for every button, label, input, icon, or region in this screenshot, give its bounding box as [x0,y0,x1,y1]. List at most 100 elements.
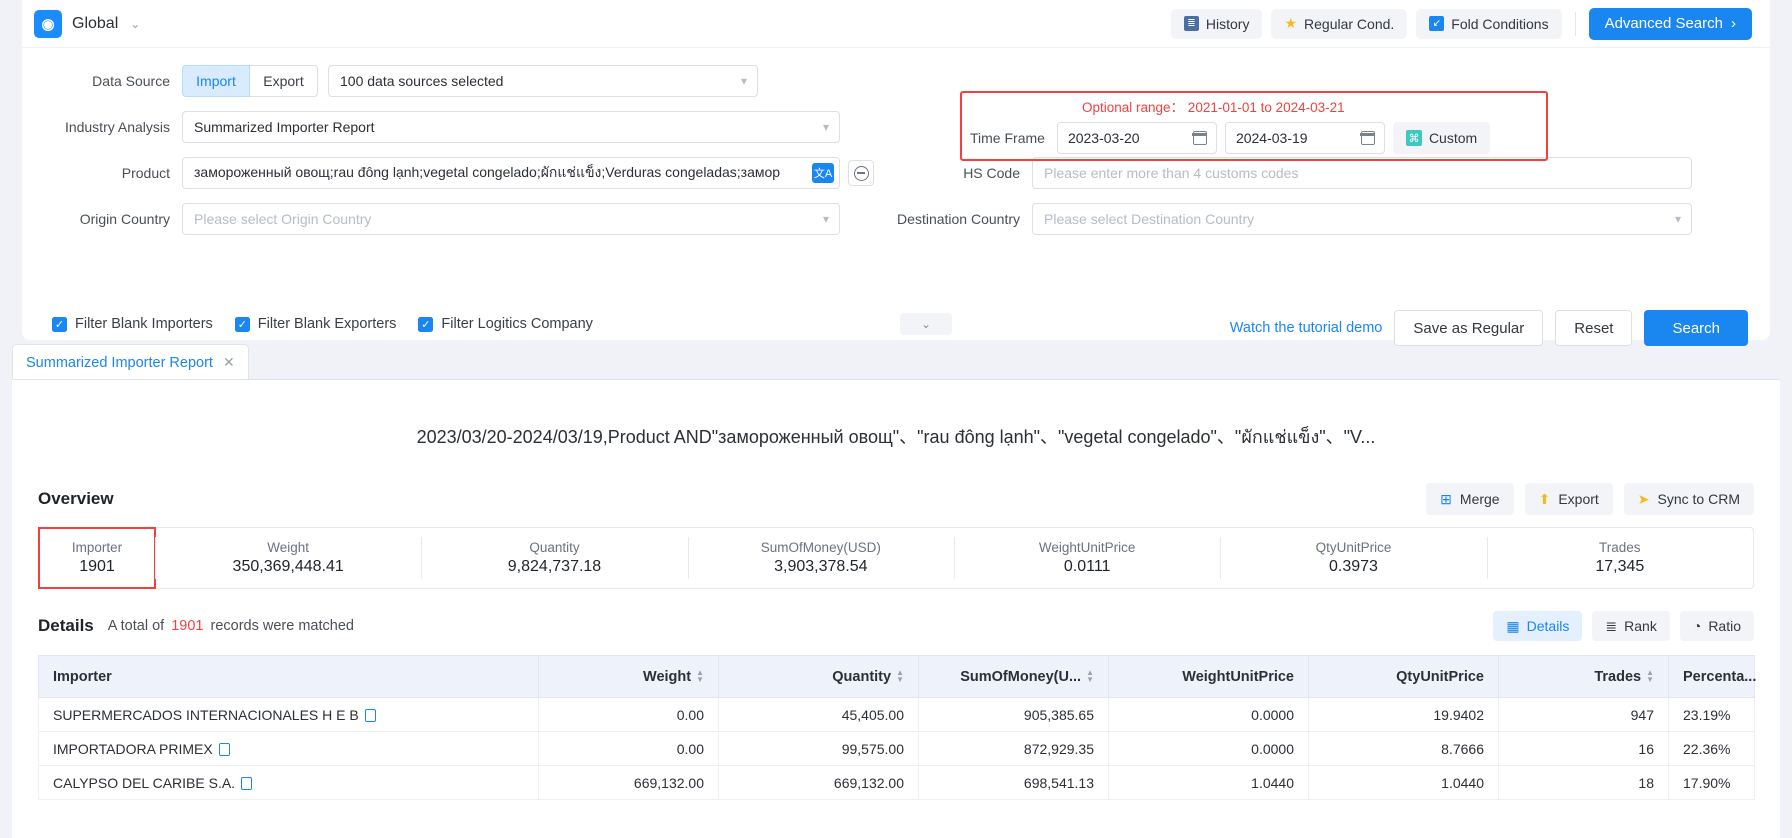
cell-importer[interactable]: IMPORTADORA PRIMEX [39,732,539,766]
stat-label: Weight [267,540,309,555]
brand-label: Global [72,15,118,33]
import-toggle[interactable]: Import [182,65,250,97]
importer-name: CALYPSO DEL CARIBE S.A. [53,775,235,791]
hs-code-input[interactable]: Please enter more than 4 customs codes [1032,157,1692,189]
brand-selector[interactable]: ◉ Global ⌄ [34,10,140,38]
table-header-row: Importer Weight ▲▼ Quantity▲▼ SumOfMoney(… [39,656,1755,698]
data-source-label: Data Source [22,73,182,89]
col-label: Trades [1594,669,1641,685]
data-source-value: 100 data sources selected [328,65,758,97]
cell-qty-unit-price: 8.7666 [1309,732,1499,766]
stat-label: SumOfMoney(USD) [761,540,881,555]
cell-importer[interactable]: SUPERMERCADOS INTERNACIONALES H E B [39,698,539,732]
stat-trades: Trades 17,345 [1487,528,1753,588]
stat-value: 3,903,378.54 [774,558,867,576]
end-date-value: 2024-03-19 [1236,130,1308,146]
end-date-input[interactable]: 2024-03-19 [1225,122,1385,154]
col-trades[interactable]: Trades ▲▼ [1499,656,1669,698]
origin-country-placeholder: Please select Origin Country [182,203,840,235]
cell-percentage: 23.19% [1669,698,1755,732]
cell-quantity: 669,132.00 [719,766,919,800]
fold-conditions-button[interactable]: ↙ Fold Conditions [1416,9,1561,39]
col-qty-unit-price[interactable]: QtyUnitPrice [1309,656,1499,698]
sort-icon[interactable]: ▲▼ [896,670,904,683]
toolbar-divider [1575,12,1576,36]
close-icon[interactable]: ✕ [223,354,235,371]
cell-trades: 18 [1499,766,1669,800]
data-source-segmented[interactable]: Import Export [182,65,318,97]
start-date-input[interactable]: 2023-03-20 [1057,122,1217,154]
product-input[interactable]: замороженный овощ;rau đông lạnh;vegetal … [182,157,840,189]
overview-title: Overview [38,489,114,509]
checkbox-check-icon: ✓ [418,317,433,332]
copy-icon[interactable] [365,709,376,722]
advanced-search-label: Advanced Search [1605,15,1723,32]
filter-blank-importers-checkbox[interactable]: ✓ Filter Blank Importers [52,316,213,332]
translate-icon[interactable]: 文A [812,163,834,183]
custom-label: Custom [1429,130,1477,146]
stat-value: 9,824,737.18 [508,558,601,576]
col-quantity[interactable]: Quantity▲▼ [719,656,919,698]
stat-quantity: Quantity 9,824,737.18 [421,528,687,588]
col-weight-unit-price[interactable]: WeightUnitPrice [1109,656,1309,698]
filter-blank-importers-label: Filter Blank Importers [75,316,213,332]
stat-value: 0.3973 [1329,558,1378,576]
industry-analysis-select[interactable]: Summarized Importer Report ▾ [182,111,840,143]
table-row[interactable]: IMPORTADORA PRIMEX 0.00 99,575.00 872,92… [39,732,1755,766]
reset-button[interactable]: Reset [1555,310,1632,346]
export-button[interactable]: ⬆ Export [1525,483,1613,515]
cell-percentage: 22.36% [1669,732,1755,766]
cell-trades: 947 [1499,698,1669,732]
tab-rank[interactable]: ≣ Rank [1592,611,1669,641]
stat-importer: Importer 1901 [39,528,155,588]
sync-to-crm-label: Sync to CRM [1658,491,1740,507]
col-weight[interactable]: Weight ▲▼ [539,656,719,698]
expand-collapse-toggle[interactable]: ⌄ [900,313,952,335]
report-title: 2023/03/20-2024/03/19,Product AND"заморо… [12,380,1780,451]
copy-icon[interactable] [219,743,230,756]
filter-blank-exporters-checkbox[interactable]: ✓ Filter Blank Exporters [235,316,397,332]
copy-icon[interactable] [241,777,252,790]
cell-trades: 16 [1499,732,1669,766]
col-sum-of-money[interactable]: SumOfMoney(U...▲▼ [919,656,1109,698]
cell-importer[interactable]: CALYPSO DEL CARIBE S.A. [39,766,539,800]
cell-qty-unit-price: 1.0440 [1309,766,1499,800]
export-toggle[interactable]: Export [250,65,318,97]
cell-sum-of-money: 905,385.65 [919,698,1109,732]
destination-country-select[interactable]: Please select Destination Country ▾ [1032,203,1692,235]
chevron-down-icon: ⌄ [130,17,140,31]
summary-count: 1901 [171,618,203,634]
advanced-search-button[interactable]: Advanced Search › [1589,8,1752,40]
tab-ratio-label: Ratio [1708,618,1741,634]
merge-button[interactable]: ⊞ Merge [1426,483,1513,515]
custom-range-button[interactable]: ⌘ Custom [1393,122,1490,154]
tab-summarized-importer-report[interactable]: Summarized Importer Report ✕ [12,344,249,380]
sync-to-crm-button[interactable]: ➤ Sync to CRM [1624,483,1754,515]
tab-details[interactable]: ▦ Details [1493,611,1582,641]
history-button[interactable]: ≣ History [1171,9,1263,39]
minus-circle-icon[interactable] [848,160,874,186]
col-label: WeightUnitPrice [1182,669,1294,685]
search-button[interactable]: Search [1644,310,1748,346]
col-percentage[interactable]: Percenta... [1669,656,1755,698]
stat-weight-unit-price: WeightUnitPrice 0.0111 [954,528,1220,588]
cell-weight-unit-price: 0.0000 [1109,732,1309,766]
col-label: Weight [643,669,691,685]
filter-logistics-company-checkbox[interactable]: ✓ Filter Logitics Company [418,316,593,332]
table-body: SUPERMERCADOS INTERNACIONALES H E B 0.00… [39,698,1755,800]
sort-icon[interactable]: ▲▼ [1086,670,1094,683]
regular-cond-button[interactable]: ★ Regular Cond. [1271,9,1407,39]
tab-ratio[interactable]: ◔ Ratio [1680,611,1754,641]
hs-code-placeholder: Please enter more than 4 customs codes [1032,157,1692,189]
save-as-regular-button[interactable]: Save as Regular [1394,310,1543,346]
table-row[interactable]: SUPERMERCADOS INTERNACIONALES H E B 0.00… [39,698,1755,732]
table-row[interactable]: CALYPSO DEL CARIBE S.A. 669,132.00 669,1… [39,766,1755,800]
sort-icon[interactable]: ▲▼ [696,670,704,683]
stat-value: 17,345 [1595,558,1644,576]
col-importer[interactable]: Importer [39,656,539,698]
origin-country-select[interactable]: Please select Origin Country ▾ [182,203,840,235]
tutorial-demo-link[interactable]: Watch the tutorial demo [1230,320,1383,336]
stat-qty-unit-price: QtyUnitPrice 0.3973 [1220,528,1486,588]
sort-icon[interactable]: ▲▼ [1646,670,1654,683]
data-source-select[interactable]: 100 data sources selected ▾ [328,65,758,97]
